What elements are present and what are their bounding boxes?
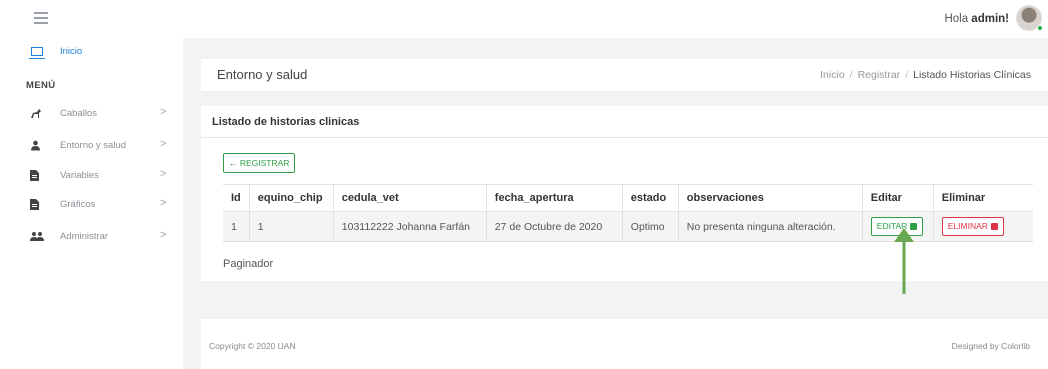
sidebar-item-administrar[interactable]: Administrar >	[0, 227, 183, 249]
cell-id: 1	[223, 211, 250, 242]
sidebar-item-label: Inicio	[60, 46, 83, 57]
users-icon	[30, 231, 44, 245]
delete-button[interactable]: ELIMINAR	[941, 217, 1004, 236]
cell-estado: Optimo	[621, 211, 679, 242]
user-avatar[interactable]	[1016, 5, 1043, 31]
column-header: Id	[223, 184, 250, 212]
sidebar: Inicio MENÚ Caballos > Entorno y salud >…	[0, 38, 183, 369]
cell-equino-chip: 1	[248, 211, 334, 242]
column-header: observaciones	[677, 184, 863, 212]
sidebar-item-inicio[interactable]: Inicio	[0, 42, 183, 62]
greeting-prefix: Hola	[944, 13, 972, 25]
paginator[interactable]: Paginador	[223, 258, 273, 270]
hamburger-menu-icon[interactable]	[34, 12, 48, 24]
sidebar-item-label: Caballos	[60, 108, 97, 119]
file-icon	[30, 170, 39, 184]
chevron-right-icon: >	[160, 168, 167, 180]
file-icon	[30, 199, 39, 213]
online-status-icon	[1037, 25, 1043, 31]
breadcrumb-item-inicio[interactable]: Inicio	[820, 69, 845, 81]
footer: Copyright © 2020 UAN Designed by Colorli…	[201, 319, 1048, 369]
sidebar-item-label: Administrar	[60, 231, 109, 242]
horse-icon	[30, 108, 42, 122]
sidebar-item-graficos[interactable]: Gráficos >	[0, 195, 183, 217]
card-title: Listado de historias clinicas	[212, 116, 360, 128]
column-header: equino_chip	[248, 184, 334, 212]
column-header: estado	[621, 184, 679, 212]
table-header-row: Id equino_chip cedula_vet fecha_apertura…	[223, 184, 1033, 212]
breadcrumb: Inicio / Registrar / Listado Historias Clíni…	[820, 69, 1031, 81]
laptop-icon	[29, 47, 45, 59]
copyright-text: Copyright © 2020 UAN	[209, 341, 296, 351]
sidebar-item-label: Variables	[60, 170, 99, 181]
designed-by-text: Designed by Colorlib	[951, 341, 1030, 351]
page-header: Entorno y salud Inicio / Registrar / Listado…	[201, 59, 1048, 91]
breadcrumb-separator: /	[905, 69, 909, 81]
user-icon	[30, 140, 41, 154]
column-header: cedula_vet	[332, 184, 487, 212]
cell-cedula-vet: 103112222 Johanna Farfán	[332, 211, 487, 242]
cell-observaciones: No presenta ninguna alteración.	[677, 211, 863, 242]
page-title: Entorno y salud	[217, 67, 308, 82]
records-card: Listado de historias clinicas ← REGISTRA…	[201, 106, 1048, 281]
chevron-right-icon: >	[160, 106, 167, 118]
breadcrumb-item-registrar[interactable]: Registrar	[858, 69, 901, 81]
sidebar-item-variables[interactable]: Variables >	[0, 166, 183, 188]
trash-icon	[990, 223, 998, 230]
column-header: fecha_apertura	[485, 184, 623, 212]
greeting: Hola admin!	[944, 13, 1009, 25]
chevron-right-icon: >	[160, 197, 167, 209]
breadcrumb-separator: /	[849, 69, 853, 81]
sidebar-item-label: Entorno y salud	[60, 140, 127, 151]
top-bar: Hola admin!	[0, 0, 1048, 38]
menu-heading: MENÚ	[26, 80, 56, 91]
annotation-arrow-icon	[894, 228, 914, 294]
cell-fecha-apertura: 27 de Octubre de 2020	[485, 211, 623, 242]
sidebar-item-entorno-y-salud[interactable]: Entorno y salud >	[0, 136, 183, 158]
cell-eliminar: ELIMINAR	[932, 211, 1033, 242]
column-header: Editar	[861, 184, 934, 212]
main-content: Entorno y salud Inicio / Registrar / Listado…	[183, 38, 1048, 369]
chevron-right-icon: >	[160, 138, 167, 150]
username[interactable]: admin!	[971, 13, 1009, 25]
breadcrumb-item-current: Listado Historias Clínicas	[913, 69, 1031, 81]
sidebar-item-label: Gráficos	[60, 199, 96, 210]
delete-button-label: ELIMINAR	[947, 221, 988, 231]
sidebar-item-caballos[interactable]: Caballos >	[0, 104, 183, 126]
register-button[interactable]: ← REGISTRAR	[223, 153, 296, 173]
card-header: Listado de historias clinicas	[201, 106, 1048, 138]
column-header: Eliminar	[932, 184, 1033, 212]
chevron-right-icon: >	[160, 229, 167, 241]
